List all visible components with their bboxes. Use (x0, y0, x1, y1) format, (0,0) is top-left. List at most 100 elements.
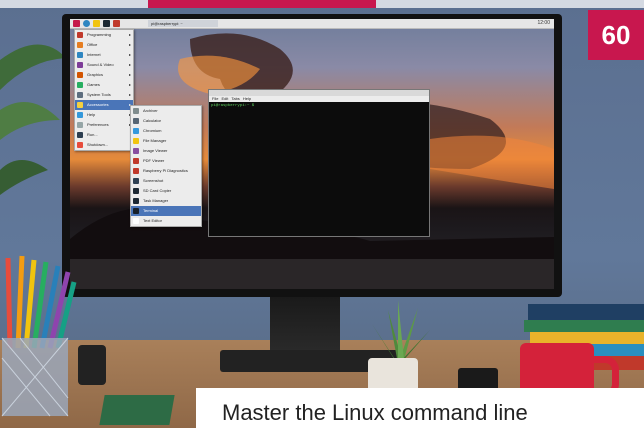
menu-item-games[interactable]: Games ▸ (75, 80, 133, 90)
terminal-menubar: File Edit Tabs Help (209, 96, 429, 102)
menu-item-label: SD Card Copier (143, 188, 172, 193)
taskbar-window-button[interactable]: pi@raspberrypi: ~ (148, 20, 218, 27)
menu-item-system-tools[interactable]: System Tools ▸ (75, 90, 133, 100)
menu-item-chromium[interactable]: Chromium (131, 126, 201, 136)
menu-item-label: Internet (87, 52, 101, 57)
terminal-menu-edit[interactable]: Edit (221, 96, 228, 101)
file-manager-icon[interactable] (93, 20, 100, 27)
menu-item-label: Chromium (143, 128, 162, 133)
chevron-right-icon: ▸ (128, 82, 131, 87)
terminal-launcher-icon[interactable] (103, 20, 110, 27)
menu-item-label: Graphics (87, 72, 104, 77)
main-menu: Programming ▸ Office ▸ Internet ▸ Sound & Vide… (74, 29, 134, 151)
shutdown-icon (77, 142, 83, 148)
globe-icon (77, 52, 83, 58)
menu-item-label: Help (87, 112, 96, 117)
task-manager-icon (133, 198, 139, 204)
terminal-icon (133, 208, 139, 214)
chevron-right-icon: ▸ (128, 92, 131, 97)
menu-item-label: Archiver (143, 108, 158, 113)
menu-item-label: Calculator (143, 118, 162, 123)
chevron-right-icon: ▸ (128, 42, 131, 47)
menu-item-graphics[interactable]: Graphics ▸ (75, 70, 133, 80)
monitor-stand (270, 297, 340, 355)
chevron-right-icon: ▸ (128, 52, 131, 57)
menu-item-calculator[interactable]: Calculator (131, 116, 201, 126)
taskbar: pi@raspberrypi: ~ 12:00 (70, 19, 554, 29)
succulent-plant (372, 300, 430, 364)
taskbar-clock[interactable]: 12:00 (537, 19, 550, 28)
accessories-submenu: Archiver Calculator Chromium File Manager Im… (130, 105, 202, 227)
terminal-window[interactable]: File Edit Tabs Help pi@raspberrypi:~ $ (208, 89, 430, 237)
programming-icon (77, 32, 83, 38)
raspberry-icon (133, 168, 139, 174)
app-launcher-icon[interactable] (113, 20, 120, 27)
menu-item-label: File Manager (143, 138, 167, 143)
text-editor-icon (133, 218, 139, 224)
menu-item-label: Run... (87, 132, 98, 137)
menu-item-task-manager[interactable]: Task Manager (131, 196, 201, 206)
menu-item-label: Office (87, 42, 98, 47)
tools-icon (77, 92, 83, 98)
menu-item-file-manager[interactable]: File Manager (131, 136, 201, 146)
menu-item-label: Preferences (87, 122, 109, 127)
desktop-screen: pi@raspberrypi: ~ 12:00 Programming ▸ Offi… (70, 19, 554, 289)
chevron-right-icon: ▸ (128, 62, 131, 67)
menu-item-text-editor[interactable]: Text Editor (131, 216, 201, 226)
sound-icon (77, 62, 83, 68)
menu-item-label: Raspberry Pi Diagnostics (143, 168, 188, 173)
page-number-badge: 60 (588, 10, 644, 60)
menu-item-programming[interactable]: Programming ▸ (75, 30, 133, 40)
pdf-icon (133, 158, 139, 164)
preferences-icon (77, 122, 83, 128)
menu-item-help[interactable]: Help▸ (75, 110, 133, 120)
browser-icon[interactable] (83, 20, 90, 27)
terminal-prompt[interactable]: pi@raspberrypi:~ $ (211, 104, 254, 108)
menu-item-label: System Tools (87, 92, 111, 97)
menu-item-sd-card-copier[interactable]: SD Card Copier (131, 186, 201, 196)
calculator-icon (133, 118, 139, 124)
menu-item-office[interactable]: Office ▸ (75, 40, 133, 50)
graphics-icon (77, 72, 83, 78)
accessories-icon (77, 102, 83, 108)
menu-item-label: Image Viewer (143, 148, 168, 153)
help-icon (77, 112, 83, 118)
pencil-cup (1, 255, 77, 417)
menu-item-shutdown[interactable]: Shutdown... (75, 140, 133, 150)
menu-item-label: Programming (87, 32, 112, 37)
terminal-menu-tabs[interactable]: Tabs (231, 96, 239, 101)
chevron-right-icon: ▸ (128, 32, 131, 37)
menu-item-preferences[interactable]: Preferences▸ (75, 120, 133, 130)
menu-item-archiver[interactable]: Archiver (131, 106, 201, 116)
menu-item-internet[interactable]: Internet ▸ (75, 50, 133, 60)
menu-item-label: PDF Viewer (143, 158, 165, 163)
menu-item-image-viewer[interactable]: Image Viewer (131, 146, 201, 156)
run-icon (77, 132, 83, 138)
plant-leaves (0, 44, 66, 195)
menu-item-sound-video[interactable]: Sound & Video ▸ (75, 60, 133, 70)
terminal-menu-help[interactable]: Help (243, 96, 251, 101)
menu-item-pdf-viewer[interactable]: PDF Viewer (131, 156, 201, 166)
menu-item-raspberry-pi-diagnostics[interactable]: Raspberry Pi Diagnostics (131, 166, 201, 176)
camera-lens (78, 345, 106, 385)
raspberry-menu-icon[interactable] (73, 20, 80, 27)
menu-item-label: Games (87, 82, 100, 87)
sdcard-icon (133, 188, 139, 194)
menu-item-label: Task Manager (143, 198, 169, 203)
menu-item-accessories[interactable]: Accessories▸ (75, 100, 133, 110)
chromium-icon (133, 128, 139, 134)
menu-item-label: Terminal (143, 208, 159, 213)
menu-item-terminal[interactable]: Terminal (131, 206, 201, 216)
menu-item-label: Shutdown... (87, 142, 109, 147)
office-icon (77, 42, 83, 48)
folder-icon (133, 138, 139, 144)
menu-item-run[interactable]: Run... (75, 130, 133, 140)
terminal-menu-file[interactable]: File (212, 96, 218, 101)
games-icon (77, 82, 83, 88)
image-icon (133, 148, 139, 154)
caption-text: Master the Linux command line (222, 400, 528, 425)
menu-item-label: Sound & Video (87, 62, 114, 67)
screenshot-icon (133, 178, 139, 184)
menu-item-screenshot[interactable]: Screenshot (131, 176, 201, 186)
menu-item-label: Text Editor (143, 218, 162, 223)
